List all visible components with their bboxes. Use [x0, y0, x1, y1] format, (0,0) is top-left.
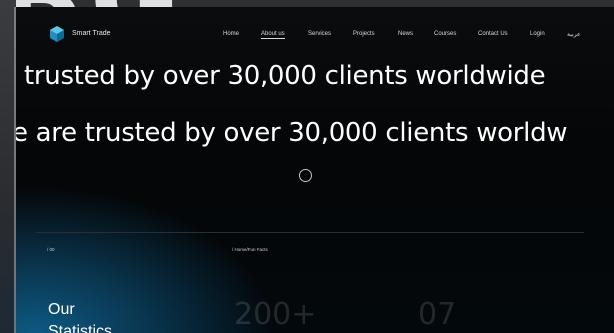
circle-loader-icon	[299, 169, 312, 182]
section-divider	[36, 232, 584, 233]
section-title-line-2: Statistics	[48, 323, 113, 333]
nav-news[interactable]: News	[398, 31, 413, 37]
screen: BG Smart Trade Home About us Services Pr…	[0, 0, 614, 333]
nav-home[interactable]: Home	[223, 31, 239, 37]
top-navigation: Smart Trade Home About us Services Proje…	[16, 7, 614, 57]
stat-value-1: 200+	[234, 297, 317, 332]
left-edge-panel	[0, 0, 16, 333]
nav-contact-us[interactable]: Contact Us	[478, 31, 508, 37]
marquee-text-line-1: trusted by over 30,000 clients worldwide	[24, 61, 546, 91]
section-index-tag: / 00	[47, 247, 55, 252]
marquee-text-line-2: e are trusted by over 30,000 clients wor…	[16, 118, 568, 148]
stat-value-2: 07	[418, 297, 457, 332]
section-title-line-1: Our	[48, 301, 75, 318]
brand-name[interactable]: Smart Trade	[72, 30, 111, 37]
section-title: Our Statistics	[48, 299, 112, 333]
nav-courses[interactable]: Courses	[434, 31, 456, 37]
nav-login[interactable]: Login	[530, 31, 545, 37]
nav-language[interactable]: عربية	[567, 31, 581, 38]
hexagon-logo-icon[interactable]	[50, 26, 64, 42]
nav-services[interactable]: Services	[308, 31, 331, 37]
breadcrumb[interactable]: / Home/Fun Facts	[232, 247, 268, 252]
nav-about-us[interactable]: About us	[261, 31, 285, 39]
nav-projects[interactable]: Projects	[353, 31, 375, 37]
website-window: Smart Trade Home About us Services Proje…	[16, 7, 614, 333]
